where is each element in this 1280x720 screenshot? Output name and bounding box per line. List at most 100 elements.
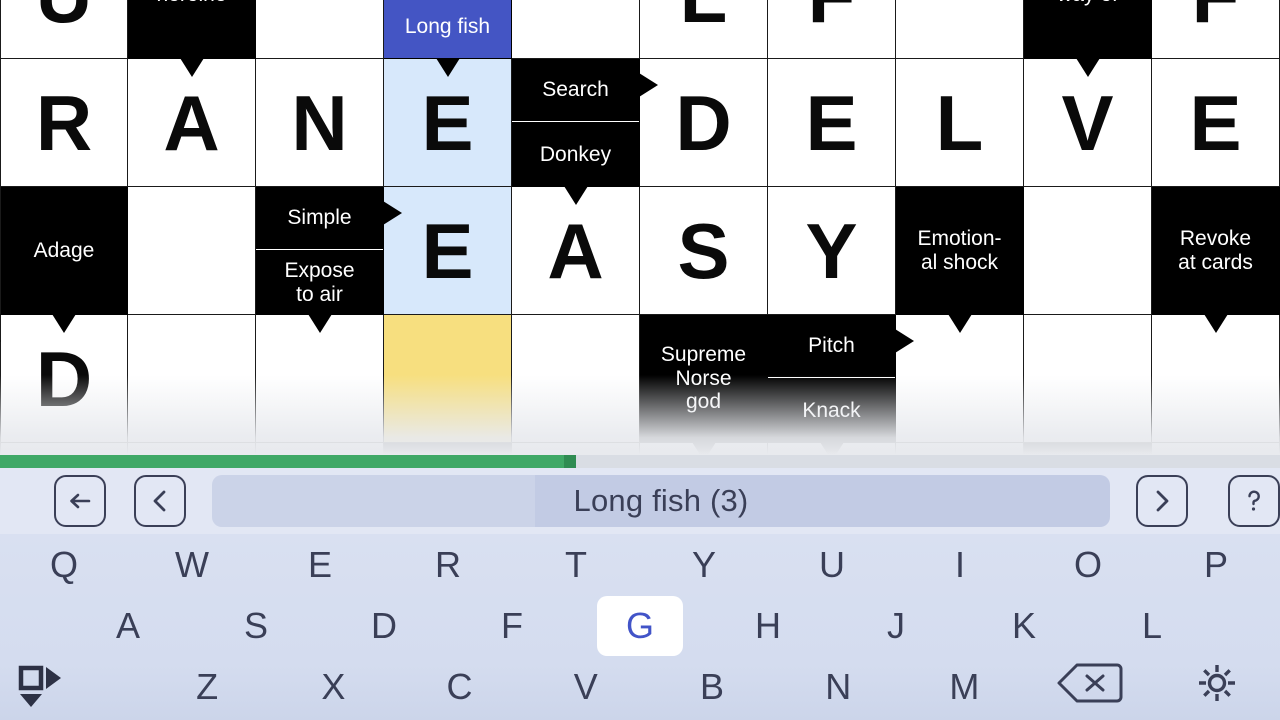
clue-cell[interactable]: Emotion- al shock — [896, 187, 1024, 315]
key-i[interactable]: I — [896, 538, 1024, 592]
letter-cell[interactable]: D — [0, 315, 128, 443]
key-j[interactable]: J — [832, 599, 960, 653]
clue-cell[interactable]: heroine — [128, 0, 256, 59]
empty-cell[interactable] — [128, 187, 256, 315]
previous-clue-button[interactable] — [134, 475, 186, 527]
arrow-right-icon — [639, 73, 658, 97]
next-clue-button[interactable] — [1136, 475, 1188, 527]
empty-cell[interactable] — [896, 443, 1024, 455]
backspace-key[interactable] — [1028, 660, 1154, 714]
key-k[interactable]: K — [960, 599, 1088, 653]
clue-cell[interactable]: way of — [1024, 0, 1152, 59]
letter-cell[interactable]: D — [640, 59, 768, 187]
settings-key[interactable] — [1154, 660, 1280, 714]
clue-display-sheen — [212, 475, 535, 527]
clue-cell[interactable]: Adage — [0, 187, 128, 315]
letter-cell[interactable]: N — [256, 59, 384, 187]
clue-cell-text-top: Simple — [256, 187, 383, 250]
chevron-right-icon — [1147, 486, 1177, 516]
cell-letter: U — [1, 0, 127, 58]
help-button[interactable] — [1228, 475, 1280, 527]
key-v[interactable]: V — [523, 660, 649, 714]
letter-cell[interactable]: L — [640, 0, 768, 59]
key-y[interactable]: Y — [640, 538, 768, 592]
clue-toolbar: Long fish (3) — [0, 468, 1280, 534]
letter-cell[interactable]: E — [384, 187, 512, 315]
current-clue-display[interactable]: Long fish (3) — [212, 475, 1110, 527]
clue-cell[interactable]: PitchKnack — [768, 315, 896, 443]
letter-cell[interactable]: Y — [768, 187, 896, 315]
on-screen-keyboard[interactable]: QWERTYUIOP ASDFGHJKL ZXCVBNM — [0, 534, 1280, 720]
clue-cell-text: heroine — [128, 0, 255, 58]
empty-cell[interactable] — [128, 443, 256, 455]
letter-cell[interactable]: E — [1152, 59, 1280, 187]
arrow-down-icon — [436, 58, 460, 77]
clue-cell[interactable]: respectLong fish — [384, 0, 512, 59]
empty-cell[interactable] — [256, 315, 384, 443]
clue-cell[interactable]: SearchDonkey — [512, 59, 640, 187]
clue-cell[interactable]: SimpleExpose to air — [256, 187, 384, 315]
clue-cell[interactable] — [1024, 443, 1152, 455]
key-h[interactable]: H — [704, 599, 832, 653]
key-x[interactable]: X — [270, 660, 396, 714]
letter-cell[interactable]: F — [1152, 0, 1280, 59]
clue-cell-text-bottom: Expose to air — [256, 252, 383, 315]
backspace-icon — [1056, 660, 1126, 715]
gear-icon — [1195, 661, 1239, 714]
key-z[interactable]: Z — [144, 660, 270, 714]
empty-cell[interactable] — [256, 443, 384, 455]
clue-cell-text-top: Pitch — [768, 315, 895, 378]
direction-toggle-icon[interactable] — [0, 664, 80, 710]
key-b[interactable]: B — [649, 660, 775, 714]
key-d[interactable]: D — [320, 599, 448, 653]
key-o[interactable]: O — [1024, 538, 1152, 592]
key-q[interactable]: Q — [0, 538, 128, 592]
key-a[interactable]: A — [64, 599, 192, 653]
letter-cell[interactable]: A — [512, 187, 640, 315]
empty-cell[interactable] — [256, 0, 384, 59]
clue-cell-text: way of — [1024, 0, 1151, 58]
empty-cell[interactable] — [1024, 187, 1152, 315]
key-p[interactable]: P — [1152, 538, 1280, 592]
clue-cell[interactable]: Supreme Norse god — [640, 315, 768, 443]
empty-cell[interactable] — [128, 315, 256, 443]
letter-cell[interactable]: A — [128, 59, 256, 187]
empty-cell[interactable] — [512, 443, 640, 455]
key-f[interactable]: F — [448, 599, 576, 653]
empty-cell[interactable] — [512, 315, 640, 443]
crossword-grid-area[interactable]: UheroinerespectLong fishLFway ofFRANESea… — [0, 0, 1280, 455]
crossword-grid[interactable]: UheroinerespectLong fishLFway ofFRANESea… — [0, 0, 1280, 455]
empty-cell[interactable] — [896, 315, 1024, 443]
letter-cell[interactable]: V — [1024, 59, 1152, 187]
empty-cell[interactable] — [1024, 315, 1152, 443]
back-button[interactable] — [54, 475, 106, 527]
empty-cell[interactable] — [512, 0, 640, 59]
question-mark-icon — [1239, 486, 1269, 516]
empty-cell[interactable] — [0, 443, 128, 455]
empty-cell[interactable] — [896, 0, 1024, 59]
key-n[interactable]: N — [775, 660, 901, 714]
clue-cell[interactable]: Revoke at cards — [1152, 187, 1280, 315]
key-u[interactable]: U — [768, 538, 896, 592]
letter-cell[interactable]: E — [768, 59, 896, 187]
empty-cell[interactable] — [1152, 443, 1280, 455]
key-m[interactable]: M — [901, 660, 1027, 714]
empty-cell[interactable] — [384, 315, 512, 443]
letter-cell[interactable]: R — [0, 59, 128, 187]
key-w[interactable]: W — [128, 538, 256, 592]
key-l[interactable]: L — [1088, 599, 1216, 653]
letter-cell[interactable]: U — [0, 0, 128, 59]
key-s[interactable]: S — [192, 599, 320, 653]
cell-letter: E — [384, 187, 511, 314]
key-t[interactable]: T — [512, 538, 640, 592]
letter-cell[interactable]: S — [640, 187, 768, 315]
key-r[interactable]: R — [384, 538, 512, 592]
key-e[interactable]: E — [256, 538, 384, 592]
key-g[interactable]: G — [576, 599, 704, 653]
key-c[interactable]: C — [396, 660, 522, 714]
letter-cell[interactable]: F — [768, 0, 896, 59]
letter-cell[interactable]: L — [896, 59, 1024, 187]
clue-cell[interactable] — [384, 443, 512, 455]
empty-cell[interactable] — [1152, 315, 1280, 443]
letter-cell[interactable]: E — [384, 59, 512, 187]
